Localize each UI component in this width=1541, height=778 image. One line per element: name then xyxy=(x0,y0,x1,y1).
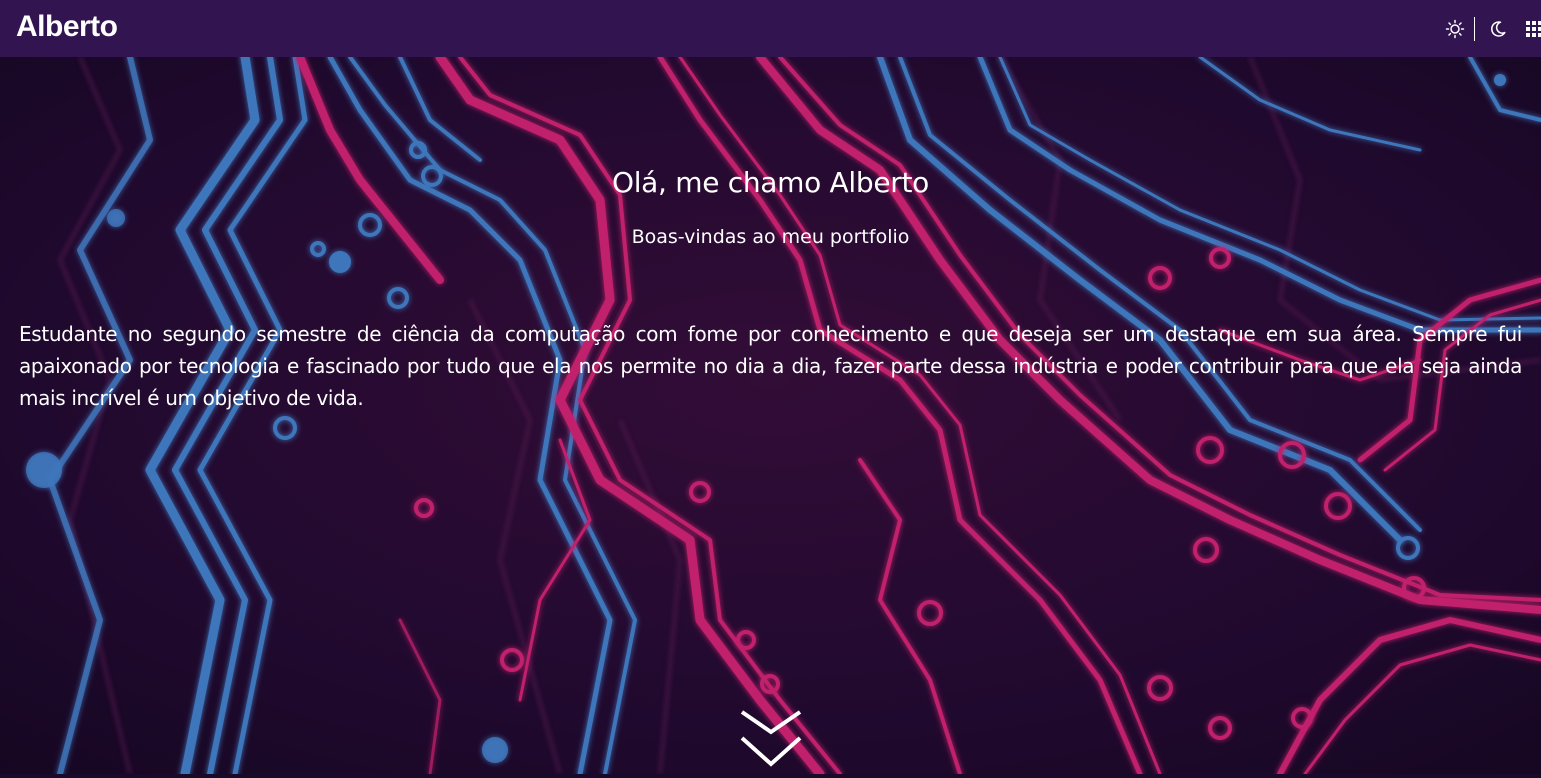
top-navbar: Alberto xyxy=(0,0,1541,57)
dark-theme-button[interactable] xyxy=(1485,16,1511,42)
navbar-divider xyxy=(1474,16,1475,41)
apps-menu-button[interactable] xyxy=(1521,16,1541,42)
hero-subtitle: Boas-vindas ao meu portfolio xyxy=(631,226,910,248)
sun-icon xyxy=(1445,19,1465,38)
scroll-down-button[interactable] xyxy=(738,708,804,774)
moon-icon xyxy=(1491,20,1506,37)
hero-title: Olá, me chamo Alberto xyxy=(611,166,930,199)
grid-menu-icon xyxy=(1526,20,1541,37)
circuit-board-background xyxy=(0,57,1541,774)
hero-about-paragraph: Estudante no segundo semestre de ciência… xyxy=(19,322,1522,410)
double-chevron-down-icon xyxy=(740,710,802,767)
navbar-actions xyxy=(1442,0,1541,57)
light-theme-button[interactable] xyxy=(1442,16,1468,42)
brand-logo[interactable]: Alberto xyxy=(16,10,118,44)
